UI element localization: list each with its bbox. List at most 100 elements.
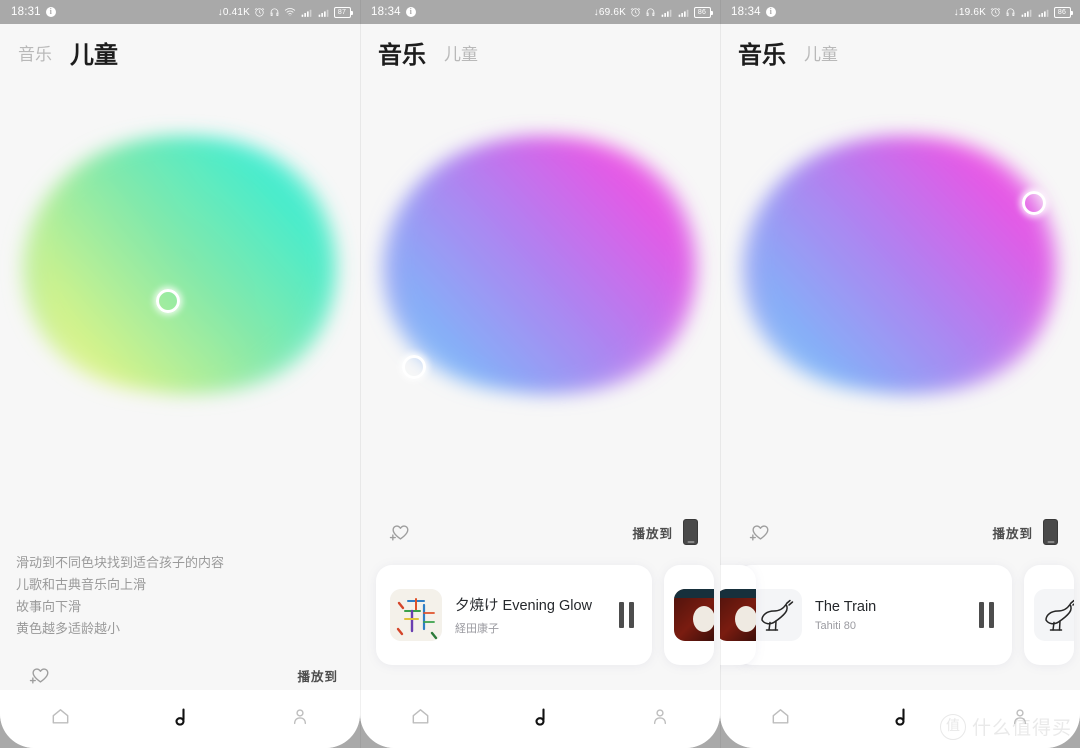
nav-home[interactable] (0, 690, 120, 748)
selection-marker[interactable] (156, 289, 180, 313)
now-playing-card-row: The Train Tahiti 80 (720, 565, 1080, 665)
network-speed: ↓0.41K (217, 6, 250, 18)
home-icon (49, 705, 72, 733)
album-art-bird-line-art (750, 589, 802, 641)
nav-music-note[interactable] (840, 690, 960, 748)
album-art-dark-red-panda-art (674, 589, 714, 641)
phone-panel-kids: 18:31 i ↓0.41K 87 音乐 儿童 滑动到不同色块找到适合孩子的内容 儿歌和古典音… (0, 0, 360, 748)
now-playing-card[interactable]: 夕焼け Evening Glow 経田康子 (376, 565, 652, 665)
album-art-bird-line-art (1034, 589, 1074, 641)
music-color-blob-canvas[interactable] (720, 80, 1080, 460)
tab-bar: 音乐 儿童 (360, 24, 720, 80)
phone-icon[interactable] (1043, 519, 1058, 545)
nav-person[interactable] (240, 690, 360, 748)
cast-label[interactable]: 播放到 (297, 666, 338, 685)
now-playing-card[interactable]: The Train Tahiti 80 (736, 565, 1012, 665)
alarm-icon (630, 7, 641, 18)
album-art-miyako-calligraphy-art (390, 589, 442, 641)
pause-bar (989, 602, 994, 628)
status-bar: 18:31 i ↓0.41K 87 (0, 0, 360, 24)
pause-bar (619, 602, 624, 628)
kids-color-blob-canvas[interactable] (0, 80, 360, 460)
hint-line: 儿歌和古典音乐向上滑 (16, 577, 147, 592)
phone-panel-music-the-train: 18:34 i ↓19.6K 86 音乐 儿童 播放到 The Train Tahiti 80 (720, 0, 1080, 748)
person-icon (289, 706, 311, 733)
signal-2-icon (677, 6, 690, 19)
nav-person[interactable] (600, 690, 720, 748)
heart-plus-icon[interactable] (28, 664, 52, 686)
signal-1-icon (300, 6, 313, 19)
pause-icon[interactable] (979, 602, 994, 628)
music-note-icon (888, 705, 912, 734)
tab-kids[interactable]: 儿童 (804, 40, 838, 65)
bottom-nav-divider (360, 684, 720, 690)
status-time: 18:34 (371, 6, 401, 18)
network-speed-value: 0.41K (222, 6, 250, 18)
hint-text-block: 滑动到不同色块找到适合孩子的内容 儿歌和古典音乐向上滑 故事向下滑 黄色越多适龄越小 (16, 552, 224, 640)
info-icon: i (765, 7, 776, 17)
mini-player-controls: 播放到 (360, 515, 720, 549)
person-icon (649, 706, 671, 733)
nav-home[interactable] (720, 690, 840, 748)
headset-icon (269, 7, 280, 18)
home-icon (769, 705, 792, 733)
cast-label[interactable]: 播放到 (992, 523, 1033, 542)
hint-line: 黄色越多适龄越小 (16, 621, 121, 636)
music-color-blob-canvas[interactable] (360, 80, 720, 460)
now-playing-card-row: 夕焼け Evening Glow 経田康子 (360, 565, 720, 665)
album-art-dark-red-panda-art (720, 589, 756, 641)
tab-music[interactable]: 音乐 (378, 35, 426, 70)
status-bar-left: 18:31 i (11, 6, 56, 18)
signal-2-icon (317, 6, 330, 19)
now-playing-card-peek[interactable] (664, 565, 714, 665)
bottom-nav-divider (0, 684, 360, 690)
tab-music[interactable]: 音乐 (738, 35, 786, 70)
tab-kids[interactable]: 儿童 (70, 35, 118, 70)
track-meta: The Train Tahiti 80 (815, 599, 971, 632)
tab-bar: 音乐 儿童 (0, 24, 360, 80)
status-bar-right: ↓0.41K 87 (217, 6, 353, 19)
pause-bar (629, 602, 634, 628)
nav-music-note[interactable] (480, 690, 600, 748)
status-bar: 18:34 i ↓19.6K 86 (720, 0, 1080, 24)
headset-icon (645, 7, 656, 18)
pause-icon[interactable] (619, 602, 634, 628)
battery-indicator: 87 (334, 6, 353, 18)
hint-line: 故事向下滑 (16, 599, 82, 614)
bottom-nav-bar (0, 684, 360, 748)
status-time: 18:34 (731, 6, 761, 18)
person-icon (1009, 706, 1031, 733)
track-meta: 夕焼け Evening Glow 経田康子 (455, 594, 611, 636)
selection-marker[interactable] (1022, 191, 1046, 215)
home-icon (409, 705, 432, 733)
status-bar: 18:34 i ↓69.6K 86 (360, 0, 720, 24)
status-time: 18:31 (11, 6, 41, 18)
phone-icon[interactable] (683, 519, 698, 545)
battery-indicator: 86 (694, 6, 713, 18)
selection-marker[interactable] (402, 355, 426, 379)
now-playing-card-peek[interactable] (1024, 565, 1074, 665)
nav-music-note[interactable] (120, 690, 240, 748)
three-phone-screenshot-collage: 18:31 i ↓0.41K 87 音乐 儿童 滑动到不同色块找到适合孩子的内容 儿歌和古典音… (0, 0, 1080, 748)
status-bar-left: 18:34 i (731, 6, 776, 18)
signal-2-icon (1037, 6, 1050, 19)
heart-plus-icon[interactable] (748, 521, 772, 543)
heart-plus-icon[interactable] (388, 521, 412, 543)
music-note-icon (528, 705, 552, 734)
tab-kids[interactable]: 儿童 (444, 40, 478, 65)
wifi-icon (284, 6, 296, 18)
track-artist: 経田康子 (455, 623, 499, 635)
nav-home[interactable] (360, 690, 480, 748)
cast-label[interactable]: 播放到 (632, 523, 673, 542)
status-bar-left: 18:34 i (371, 6, 416, 18)
network-speed-value: 69.6K (598, 6, 626, 18)
signal-1-icon (660, 6, 673, 19)
network-speed: ↓69.6K (593, 6, 626, 18)
alarm-icon (254, 7, 265, 18)
network-speed: ↓19.6K (953, 6, 986, 18)
track-artist: Tahiti 80 (815, 619, 856, 632)
nav-person[interactable] (960, 690, 1080, 748)
now-playing-card-peek-left[interactable] (720, 565, 756, 665)
signal-1-icon (1020, 6, 1033, 19)
tab-music[interactable]: 音乐 (18, 40, 52, 65)
